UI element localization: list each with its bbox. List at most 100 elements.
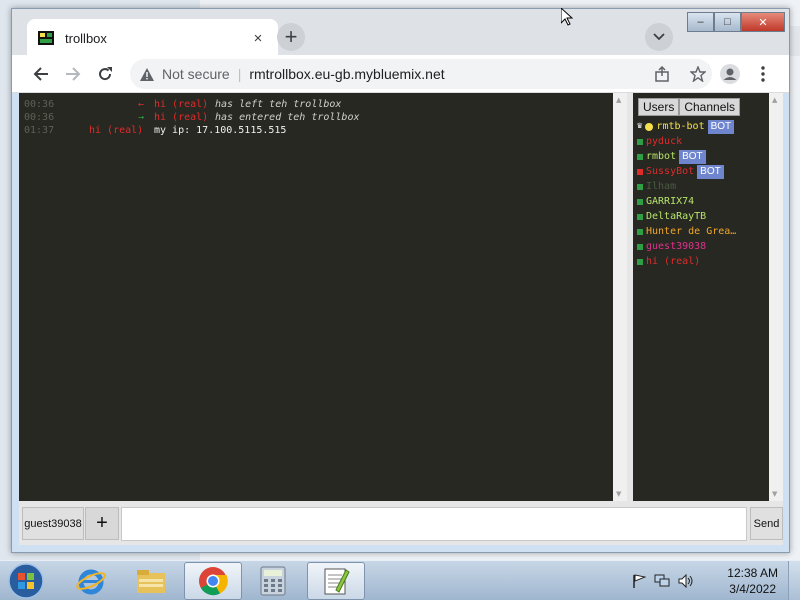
user-list-item[interactable]: guest39038 (637, 239, 736, 254)
forward-arrow-icon[interactable] (62, 63, 84, 85)
action-center-flag-icon[interactable] (632, 573, 647, 592)
user-list-item[interactable]: SussyBot BOT (637, 164, 736, 179)
new-tab-button[interactable]: + (277, 23, 305, 51)
tab-trollbox[interactable]: trollbox × (27, 19, 278, 57)
tab-users[interactable]: Users (638, 98, 680, 116)
scroll-up-icon[interactable]: ▲ (616, 96, 621, 104)
omnibox-actions (652, 64, 708, 84)
chat-message: 01:37 hi (real) my ip: 17.100.5115.515 (19, 124, 613, 137)
chat-log: 00:36 ← hi (real) has left teh trollbox … (19, 93, 613, 501)
chrome-icon[interactable] (184, 562, 242, 600)
clock-time: 12:38 AM (727, 566, 778, 580)
not-secure-label: Not secure (162, 66, 230, 82)
mouse-cursor-icon (560, 6, 574, 26)
trollbox-page: 00:36 ← hi (real) has left teh trollbox … (19, 93, 783, 545)
user-name: Hunter de Grea… (646, 226, 737, 237)
chat-message: 00:36 → hi (real) has entered teh trollb… (19, 111, 613, 124)
status-dot-icon (637, 258, 643, 265)
right-arrow-icon: → (138, 112, 145, 123)
message-nick[interactable]: hi (real) (154, 98, 208, 111)
browser-menu-icon[interactable] (755, 63, 771, 85)
volume-icon[interactable] (678, 573, 694, 592)
chat-scrollbar[interactable]: ▲ ▼ (613, 93, 627, 501)
clock-date: 3/4/2022 (729, 582, 776, 596)
internet-explorer-icon[interactable] (62, 562, 120, 600)
start-button-icon[interactable] (6, 563, 46, 599)
input-bar: guest39038 + Send (19, 503, 783, 543)
users-panel: Users Channels ♛ rmtb-bot BOT pyduck rmbot BO… (633, 93, 769, 501)
close-window-button[interactable]: ✕ (741, 12, 785, 32)
bot-badge: BOT (697, 164, 724, 179)
user-list-item[interactable]: ♛ rmtb-bot BOT (637, 119, 736, 134)
user-name: SussyBot (646, 166, 695, 177)
user-name: pyduck (646, 136, 683, 147)
message-nick[interactable]: hi (real) (154, 111, 208, 124)
scroll-up-icon[interactable]: ▲ (772, 96, 777, 104)
back-arrow-icon[interactable] (30, 63, 52, 85)
trollbox-favicon-icon (37, 30, 55, 46)
nickname-button[interactable]: guest39038 (22, 507, 84, 540)
minimize-button[interactable]: – (687, 12, 714, 32)
tab-search-chevron-down-icon[interactable] (645, 23, 673, 51)
user-name: rmbot (646, 151, 677, 162)
share-icon[interactable] (652, 64, 672, 84)
bookmark-star-icon[interactable] (688, 64, 708, 84)
bot-badge: BOT (707, 119, 735, 134)
status-dot-icon (637, 153, 643, 160)
tab-title: trollbox (65, 30, 107, 46)
user-list-item[interactable]: rmbot BOT (637, 149, 736, 164)
browser-window: trollbox × + – □ ✕ Not secure | rmtrollb… (11, 8, 790, 553)
message-text: my ip: 17.100.5115.515 (154, 125, 287, 136)
user-list: ♛ rmtb-bot BOT pyduck rmbot BOT SussyBot BOT Ilh… (637, 119, 736, 269)
user-name: DeltaRayTB (646, 211, 707, 222)
message-time: 00:36 (24, 99, 55, 110)
user-list-item[interactable]: DeltaRayTB (637, 209, 736, 224)
tab-channels[interactable]: Channels (679, 98, 741, 116)
message-input[interactable] (121, 507, 747, 541)
user-list-item[interactable]: Hunter de Grea… (637, 224, 736, 239)
message-text: has left teh trollbox (215, 99, 342, 110)
user-list-item[interactable]: GARRIX74 (637, 194, 736, 209)
address-bar[interactable]: Not secure | rmtrollbox.eu-gb.mybluemix.… (130, 59, 712, 89)
scroll-down-icon[interactable]: ▼ (772, 490, 777, 498)
user-list-item[interactable]: hi (real) (637, 254, 736, 269)
window-controls: – □ ✕ (687, 12, 785, 32)
status-dot-icon (637, 183, 643, 190)
status-dot-icon (637, 243, 643, 250)
chat-message: 00:36 ← hi (real) has left teh trollbox (19, 98, 613, 111)
warning-triangle-icon (140, 67, 154, 81)
status-dot-icon (645, 122, 654, 131)
system-tray: 12:38 AM 3/4/2022 (630, 561, 800, 600)
notepad-plus-plus-icon[interactable] (307, 562, 365, 600)
user-name: Ilham (646, 181, 677, 192)
message-nick[interactable]: hi (real) (89, 124, 143, 137)
tab-close-icon[interactable]: × (248, 30, 268, 47)
scroll-down-icon[interactable]: ▼ (616, 490, 621, 498)
user-list-item[interactable]: pyduck (637, 134, 736, 149)
browser-titlebar: trollbox × + – □ ✕ (12, 9, 789, 57)
file-explorer-icon[interactable] (122, 562, 180, 600)
browser-toolbar: Not secure | rmtrollbox.eu-gb.mybluemix.… (12, 55, 789, 93)
profile-avatar-icon[interactable] (719, 63, 741, 85)
user-name: guest39038 (646, 241, 707, 252)
user-name: GARRIX74 (646, 196, 695, 207)
status-dot-icon (637, 138, 643, 145)
status-dot-icon (637, 228, 643, 235)
status-dot-icon (637, 213, 643, 220)
user-name: hi (real) (646, 256, 701, 267)
bot-badge: BOT (679, 149, 706, 164)
users-scrollbar[interactable]: ▲ ▼ (769, 93, 783, 501)
status-dot-icon (637, 168, 643, 175)
left-arrow-icon: ← (138, 99, 145, 110)
taskbar: 12:38 AM 3/4/2022 (0, 560, 800, 600)
add-button[interactable]: + (85, 507, 119, 540)
reload-icon[interactable] (94, 63, 116, 85)
send-button[interactable]: Send (750, 507, 783, 540)
network-icon[interactable] (654, 573, 670, 592)
calculator-icon[interactable] (244, 562, 302, 600)
maximize-button[interactable]: □ (714, 12, 741, 32)
show-desktop-button[interactable] (788, 561, 800, 600)
user-list-item[interactable]: Ilham (637, 179, 736, 194)
clock[interactable]: 12:38 AM 3/4/2022 (727, 565, 778, 597)
message-time: 00:36 (24, 112, 55, 123)
